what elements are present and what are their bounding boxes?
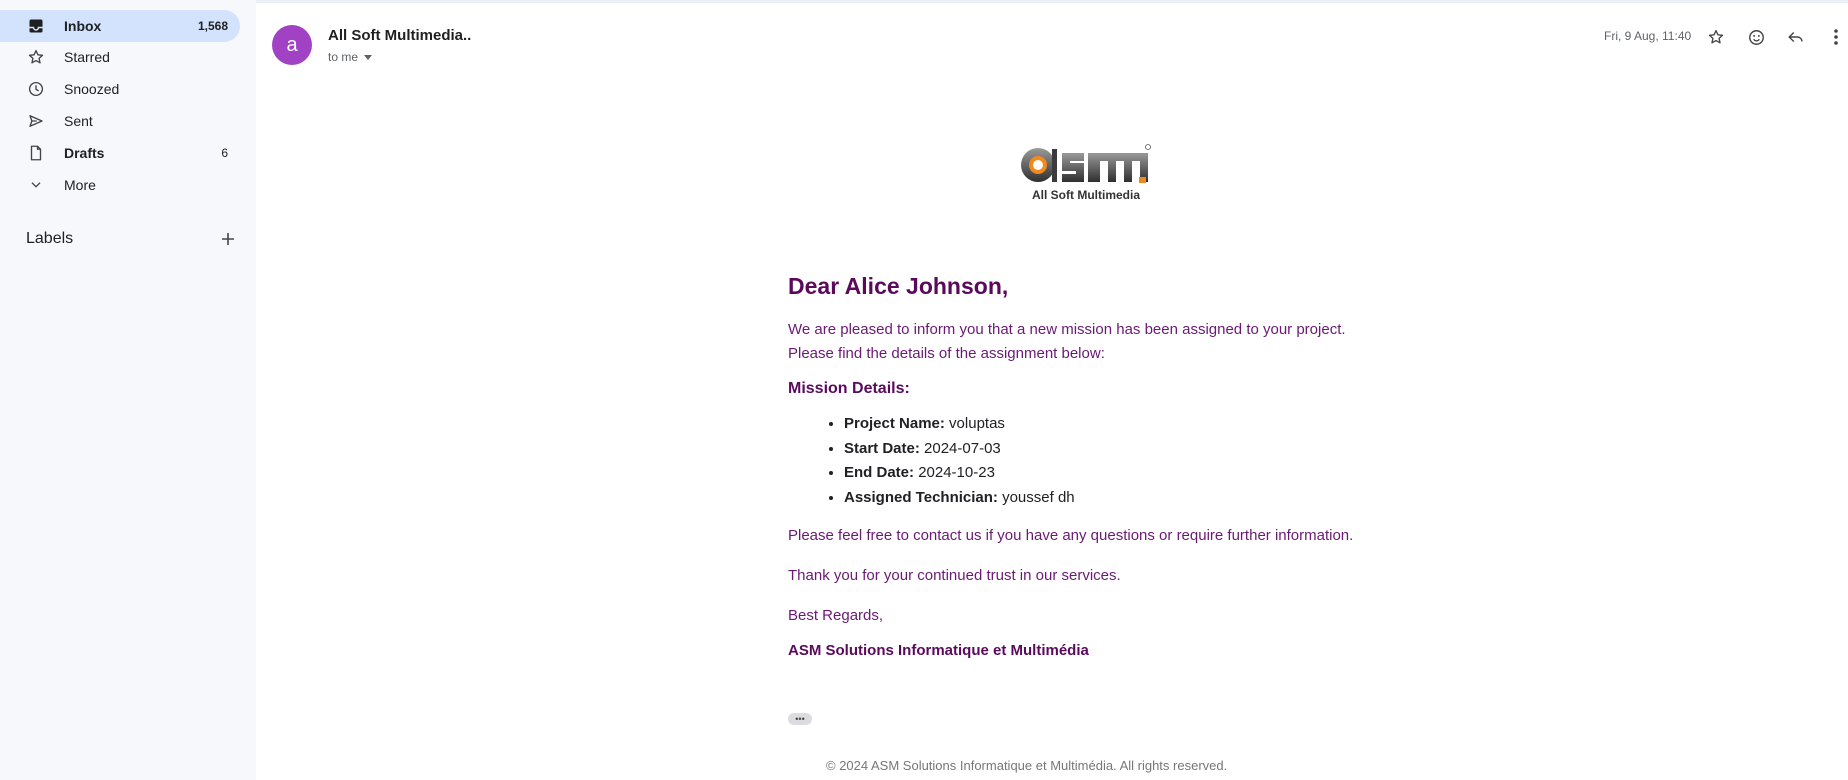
detail-label: Start Date:	[844, 439, 920, 457]
contact-text: Please feel free to contact us if you ha…	[788, 527, 1354, 544]
add-label-button[interactable]	[220, 231, 236, 247]
more-vertical-icon	[1834, 29, 1838, 45]
sender-name[interactable]: All Soft Multimedia..	[328, 27, 471, 44]
email-footer: © 2024 ASM Solutions Informatique et Mul…	[826, 758, 1228, 773]
plus-icon	[222, 233, 234, 245]
draft-count: 6	[221, 146, 228, 160]
email-view: a All Soft Multimedia.. to me Fri, 9 Aug…	[256, 0, 1848, 780]
ellipsis-icon: •••	[795, 714, 805, 724]
sidebar-item-starred[interactable]: Starred	[0, 41, 240, 73]
details-title: Mission Details:	[788, 380, 910, 397]
thanks-text: Thank you for your continued trust in ou…	[788, 567, 1121, 584]
file-icon	[26, 143, 46, 163]
sidebar-item-label: Snoozed	[64, 81, 120, 97]
intro-line-2: Please find the details of the assignmen…	[788, 345, 1105, 362]
mission-details-list: Project Name: voluptas Start Date: 2024-…	[788, 412, 1408, 510]
company-logo: All Soft Multimedia	[1021, 144, 1151, 202]
detail-label: Project Name:	[844, 415, 945, 432]
smiley-icon	[1748, 29, 1764, 45]
sidebar-item-label: Inbox	[64, 18, 102, 34]
star-button[interactable]	[1704, 25, 1728, 49]
sidebar: Inbox 1,568 Starred Snoozed Sent Drafts …	[0, 0, 256, 780]
list-item: Start Date: 2024-07-03	[844, 437, 1408, 462]
recipient-label: to me	[328, 50, 359, 64]
closing-text: Best Regards,	[788, 607, 884, 624]
greeting: Dear Alice Johnson,	[788, 273, 1009, 299]
detail-value: 2024-10-23	[918, 464, 995, 481]
reply-button[interactable]	[1784, 25, 1808, 49]
list-item: Assigned Technician: youssef dh	[844, 486, 1408, 511]
reply-icon	[1788, 31, 1803, 43]
recipient-details-toggle[interactable]: to me	[328, 50, 373, 64]
caret-down-icon	[364, 54, 373, 60]
sidebar-item-label: Drafts	[64, 145, 105, 161]
show-trimmed-content-button[interactable]: •••	[788, 713, 812, 725]
sidebar-item-snoozed[interactable]: Snoozed	[0, 73, 240, 105]
send-icon	[26, 111, 46, 131]
intro-line-1: We are pleased to inform you that a new …	[788, 321, 1346, 338]
email-date: Fri, 9 Aug, 11:40	[1604, 29, 1692, 43]
labels-title: Labels	[26, 230, 74, 247]
star-icon	[26, 47, 46, 67]
list-item: Project Name: voluptas	[844, 412, 1408, 437]
detail-label: Assigned Technician:	[844, 488, 998, 506]
logo-subtitle: All Soft Multimedia	[1032, 188, 1140, 202]
clock-icon	[26, 79, 46, 99]
inbox-icon	[26, 16, 46, 36]
email-body: Dear Alice Johnson, We are pleased to in…	[788, 273, 1408, 659]
detail-value: youssef dh	[1002, 488, 1075, 506]
more-options-button[interactable]	[1824, 25, 1848, 49]
sidebar-item-label: Sent	[64, 113, 93, 129]
sidebar-item-sent[interactable]: Sent	[0, 105, 240, 137]
detail-label: End Date:	[844, 464, 915, 481]
sidebar-item-label: More	[64, 177, 96, 193]
sidebar-item-label: Starred	[64, 49, 110, 65]
sidebar-item-more[interactable]: More	[0, 169, 240, 201]
unread-count: 1,568	[197, 19, 228, 33]
avatar[interactable]: a	[272, 25, 312, 65]
emoji-react-button[interactable]	[1744, 25, 1768, 49]
sidebar-item-inbox[interactable]: Inbox 1,568	[0, 10, 240, 42]
chevron-down-icon	[26, 175, 46, 195]
sidebar-item-drafts[interactable]: Drafts 6	[0, 137, 240, 169]
signature: ASM Solutions Informatique et Multimédia	[788, 642, 1089, 659]
labels-section-header: Labels	[26, 228, 236, 250]
detail-value: voluptas	[949, 415, 1005, 432]
list-item: End Date: 2024-10-23	[844, 461, 1408, 486]
star-icon	[1708, 29, 1724, 44]
detail-value: 2024-07-03	[924, 439, 1001, 457]
